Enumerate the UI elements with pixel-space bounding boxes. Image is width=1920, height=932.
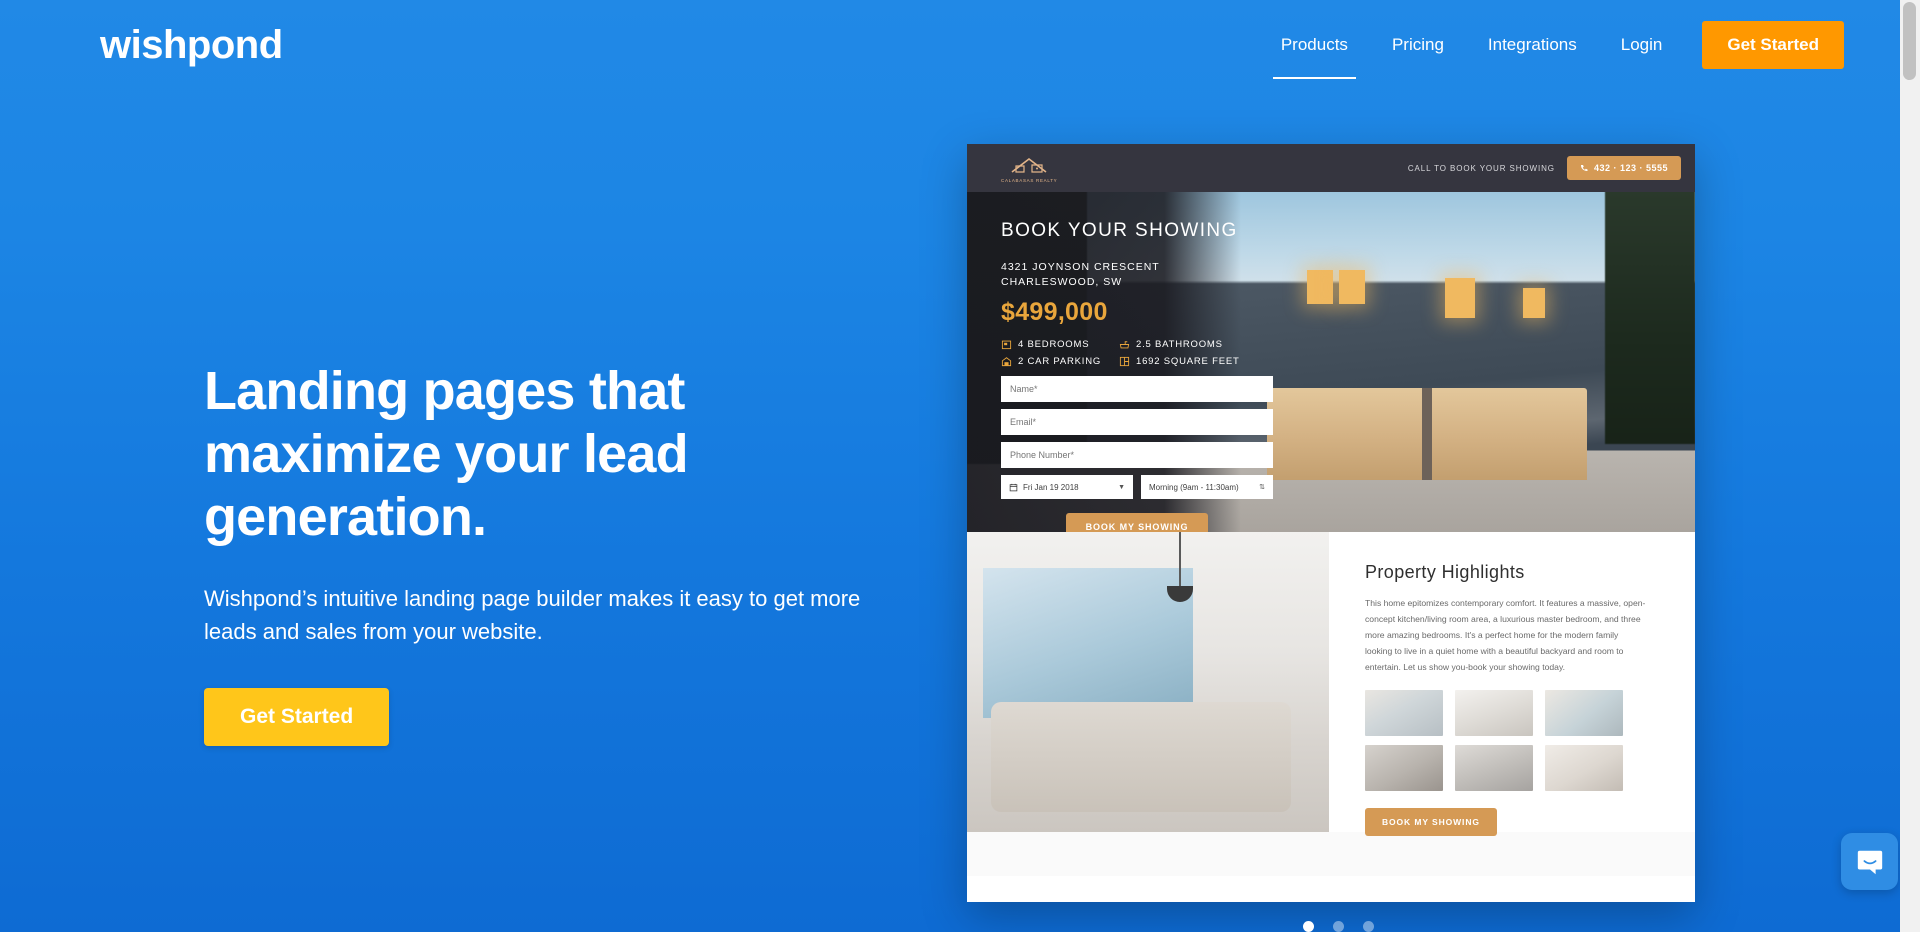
phone-input[interactable] <box>1001 442 1273 468</box>
page-scrollbar[interactable] <box>1900 0 1920 932</box>
floorplan-icon <box>1119 356 1130 366</box>
hero-headline: Landing pages that maximize your lead ge… <box>204 361 689 548</box>
call-to-book-label: CALL TO BOOK YOUR SHOWING <box>1407 163 1555 173</box>
bed-icon <box>1001 340 1012 349</box>
property-highlights-title: Property Highlights <box>1365 562 1525 582</box>
highlights-book-my-showing-button[interactable]: BOOK MY SHOWING <box>1365 808 1497 837</box>
property-thumbnail-gallery <box>1365 690 1667 792</box>
property-price: $499,000 <box>1001 297 1108 326</box>
chat-bubble-icon <box>1857 850 1882 874</box>
intercom-chat-launcher[interactable] <box>1841 833 1898 890</box>
feature-parking-label: 2 CAR PARKING <box>1018 355 1102 367</box>
preview-lower-body: Property Highlights This home epitomizes… <box>967 532 1695 837</box>
preview-hero-content: BOOK YOUR SHOWING 4321 JOYNSON CRESCENT … <box>967 192 1267 367</box>
book-my-showing-button[interactable]: BOOK MY SHOWING <box>1065 513 1209 532</box>
hero-subheadline: Wishpond’s intuitive landing page builde… <box>204 585 861 644</box>
interior-living-room-photo <box>967 532 1329 832</box>
nav-links: Products Pricing Integrations Login Get … <box>1259 21 1844 79</box>
thumbnail-living-room[interactable] <box>1365 690 1443 737</box>
thumbnail-master-bedroom[interactable] <box>1365 745 1443 792</box>
thumbnail-childrens-room[interactable] <box>1545 745 1623 792</box>
property-features-list: 4 BEDROOMS 2.5 BATHROOMS 2 CAR PARKING 1… <box>1001 339 1267 367</box>
nav-item-products[interactable]: Products <box>1259 25 1370 79</box>
nav-item-login[interactable]: Login <box>1599 25 1685 65</box>
booking-form: Fri Jan 19 2018 ▼ Morning (9am - 11:30am… <box>1001 376 1273 532</box>
hero-section: Landing pages that maximize your lead ge… <box>204 360 904 746</box>
garage-doors <box>1267 388 1587 480</box>
preview-hero-band: BOOK YOUR SHOWING 4321 JOYNSON CRESCENT … <box>967 192 1695 532</box>
house-window-2 <box>1339 270 1365 304</box>
carousel-dot-1[interactable] <box>1303 921 1314 932</box>
carousel-dot-2[interactable] <box>1333 921 1344 932</box>
nav-get-started-button[interactable]: Get Started <box>1702 21 1844 69</box>
carousel-dots <box>1303 921 1374 932</box>
preview-topbar-right: CALL TO BOOK YOUR SHOWING 432 · 123 · 55… <box>1408 156 1681 180</box>
house-window-3 <box>1445 278 1475 318</box>
house-window-1 <box>1307 270 1333 304</box>
phone-icon <box>1580 165 1588 172</box>
thumbnail-bathroom[interactable] <box>1455 745 1533 792</box>
top-navigation-bar: wishpond Products Pricing Integrations L… <box>0 0 1900 90</box>
name-input[interactable] <box>1001 376 1273 402</box>
house-logo-icon <box>1011 157 1047 173</box>
feature-bedrooms: 4 BEDROOMS <box>1001 339 1119 350</box>
property-highlights-text: This home epitomizes contemporary comfor… <box>1365 598 1646 672</box>
scrollbar-thumb[interactable] <box>1903 2 1916 80</box>
thumbnail-dining-area[interactable] <box>1545 690 1623 737</box>
feature-square-feet: 1692 SQUARE FEET <box>1119 356 1249 367</box>
property-address: 4321 JOYNSON CRESCENT CHARLESWOOD, SW <box>1001 260 1267 290</box>
address-line-2: CHARLESWOOD, SW <box>1001 275 1123 288</box>
feature-square-feet-label: 1692 SQUARE FEET <box>1136 355 1240 367</box>
feature-bathrooms-label: 2.5 BATHROOMS <box>1136 338 1223 350</box>
property-highlights-section: Property Highlights This home epitomizes… <box>1329 532 1695 837</box>
feature-parking: 2 CAR PARKING <box>1001 356 1119 367</box>
preview-topbar: CALABASAS REALTY CALL TO BOOK YOUR SHOWI… <box>967 144 1695 192</box>
preview-phone-number: 432 · 123 · 5555 <box>1593 163 1668 173</box>
carousel-dot-3[interactable] <box>1363 921 1374 932</box>
chevron-down-icon: ▼ <box>1118 483 1125 491</box>
calabasas-realty-logo[interactable]: CALABASAS REALTY <box>1001 154 1057 183</box>
landing-page-preview-card[interactable]: CALABASAS REALTY CALL TO BOOK YOUR SHOWI… <box>967 144 1695 902</box>
nav-item-pricing[interactable]: Pricing <box>1370 25 1466 65</box>
feature-bedrooms-label: 4 BEDROOMS <box>1018 338 1090 350</box>
garage-icon <box>1001 356 1012 366</box>
address-line-1: 4321 JOYNSON CRESCENT <box>1001 261 1160 273</box>
time-select-value: Morning (9am - 11:30am) <box>1149 482 1239 492</box>
preview-footer-strip <box>967 832 1695 876</box>
feature-bathrooms: 2.5 BATHROOMS <box>1119 339 1249 350</box>
preview-brand-name: CALABASAS REALTY <box>1001 177 1058 183</box>
wishpond-logo[interactable]: wishpond <box>100 25 283 65</box>
hero-get-started-button[interactable]: Get Started <box>204 687 390 746</box>
updown-arrows-icon: ⇅ <box>1259 484 1265 491</box>
house-window-4 <box>1523 288 1545 318</box>
bath-icon <box>1119 341 1130 349</box>
preview-phone-button[interactable]: 432 · 123 · 5555 <box>1566 156 1681 180</box>
tree-right-decoration <box>1605 192 1695 444</box>
date-select-value: Fri Jan 19 2018 <box>1023 482 1079 492</box>
date-select[interactable]: Fri Jan 19 2018 ▼ <box>1001 475 1133 499</box>
calendar-icon <box>1009 483 1018 491</box>
preview-hero-title: BOOK YOUR SHOWING <box>1001 220 1238 241</box>
thumbnail-kitchen[interactable] <box>1455 690 1533 737</box>
schedule-selectors: Fri Jan 19 2018 ▼ Morning (9am - 11:30am… <box>1001 475 1273 499</box>
nav-item-integrations[interactable]: Integrations <box>1466 25 1599 65</box>
time-select[interactable]: Morning (9am - 11:30am) ⇅ <box>1141 475 1273 499</box>
pendant-lamp-decoration <box>1167 532 1193 602</box>
email-input[interactable] <box>1001 409 1273 435</box>
